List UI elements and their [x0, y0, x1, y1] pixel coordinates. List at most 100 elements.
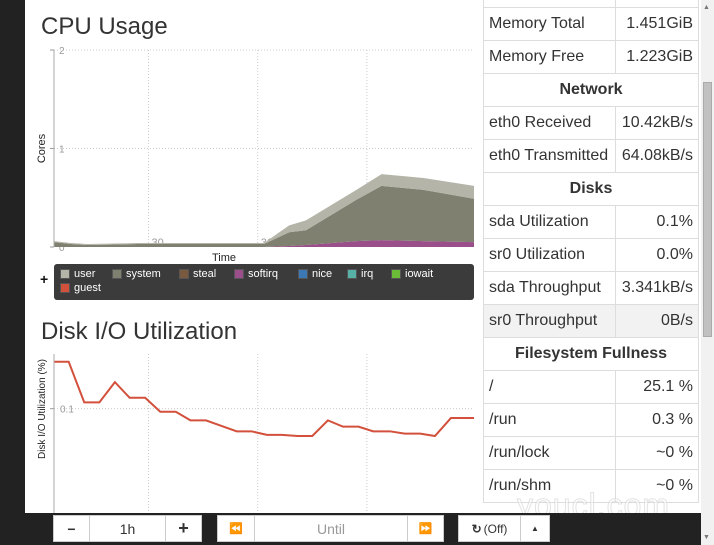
refresh-button[interactable]: ↻ (Off): [458, 515, 521, 542]
y-tick-label: 2: [59, 46, 65, 57]
stat-row: Memory Free 1.223GiB: [483, 40, 700, 74]
scroll-up-icon[interactable]: ▲: [703, 4, 710, 11]
refresh-icon: ↻: [471, 521, 482, 536]
scroll-down-icon[interactable]: ▼: [703, 534, 710, 541]
stat-row: sr0 Utilization 0.0%: [483, 238, 700, 272]
x-tick-label: 30: [152, 237, 164, 249]
stat-row: /25.1 %: [483, 370, 700, 404]
forward-icon: ⏩: [418, 523, 433, 535]
line-sda: [54, 360, 474, 438]
legend-label: system: [126, 268, 161, 280]
legend-label: iowait: [405, 268, 434, 280]
charts-column: CPU Usage 012303132TimeCores + usersyste…: [25, 0, 483, 513]
y-tick-label: 1: [59, 145, 65, 156]
stat-value: [614, 0, 700, 8]
legend-item-guest[interactable]: guest: [60, 282, 101, 294]
legend-item-user[interactable]: user: [60, 268, 95, 280]
section-header: Filesystem Fullness: [483, 337, 699, 371]
refresh-menu-button[interactable]: ▲: [520, 515, 550, 542]
stat-row: eth0 Received 10.42kB/s: [483, 106, 700, 140]
legend-swatch: [60, 269, 70, 279]
legend-item-softirq[interactable]: softirq: [234, 268, 278, 280]
y-axis-label: Cores: [36, 133, 48, 163]
stat-value: 1.223GiB: [614, 40, 700, 74]
legend-label: steal: [193, 268, 217, 280]
legend-item-system[interactable]: system: [112, 268, 161, 280]
legend-item-steal[interactable]: steal: [179, 268, 216, 280]
legend-swatch: [112, 269, 122, 279]
legend-swatch: [60, 283, 70, 293]
stat-label: sda Throughput: [483, 271, 616, 305]
stat-label: /: [483, 370, 616, 404]
legend-item-iowait[interactable]: iowait: [391, 268, 433, 280]
stats-panel: Memory Total 1.451GiB Memory Free 1.223GiB N…: [483, 0, 700, 513]
stat-value: 0B/s: [614, 304, 700, 338]
stat-label: Memory Total: [483, 7, 616, 41]
time-toolbar: − 1h + ⏪ Until ⏩ ↻ (Off) ▲: [0, 513, 701, 545]
stat-label: sr0 Throughput: [483, 304, 616, 338]
stat-row: Memory Total 1.451GiB: [483, 7, 700, 41]
stat-value: 25.1 %: [614, 370, 700, 404]
zoom-in-button[interactable]: +: [165, 515, 202, 542]
stat-label: [483, 0, 616, 8]
section-header-row: Filesystem Fullness: [483, 337, 699, 371]
stat-row: eth0 Transmitted 64.08kB/s: [483, 139, 700, 173]
legend-swatch: [179, 269, 189, 279]
stat-value: 0.1%: [614, 205, 700, 239]
stat-value: 10.42kB/s: [614, 106, 700, 140]
page-scrollbar[interactable]: ▲ ▼: [701, 0, 714, 545]
stat-value: 64.08kB/s: [614, 139, 700, 173]
expand-legend-button[interactable]: +: [40, 271, 48, 287]
stat-label: Memory Free: [483, 40, 616, 74]
legend-label: user: [74, 268, 96, 280]
range-input[interactable]: 1h: [89, 515, 166, 542]
caret-up-icon: ▲: [531, 524, 539, 533]
stat-value: 1.451GiB: [614, 7, 700, 41]
stat-row: sr0 Throughput 0B/s: [483, 304, 700, 338]
stat-row: sda Throughput 3.341kB/s: [483, 271, 700, 305]
stat-value: 0.3 %: [614, 403, 700, 437]
disk-io-title: Disk I/O Utilization: [41, 318, 238, 345]
legend-item-irq[interactable]: irq: [347, 268, 373, 280]
until-input[interactable]: Until: [254, 515, 408, 542]
stat-row: /run/lock ~0 %: [483, 436, 700, 470]
legend-swatch: [298, 269, 308, 279]
section-header-row: Disks: [483, 172, 699, 206]
legend-swatch: [391, 269, 401, 279]
stat-label: eth0 Transmitted: [483, 139, 616, 173]
stat-value: 3.341kB/s: [614, 271, 700, 305]
stat-value: ~0 %: [614, 436, 700, 470]
rewind-icon: ⏪: [229, 523, 243, 535]
stats-table: Memory Total 1.451GiB Memory Free 1.223GiB N…: [483, 0, 700, 503]
legend-item-nice[interactable]: nice: [298, 268, 332, 280]
legend-label: nice: [312, 268, 333, 280]
legend-label: irq: [361, 268, 374, 280]
disk-io-chart: 0.1 Disk I/O Utilization (%): [25, 348, 483, 513]
y-tick-label: 0.1: [60, 405, 74, 416]
x-axis-label: Time: [212, 252, 236, 264]
section-header: Disks: [483, 172, 699, 206]
stat-row: [483, 0, 700, 8]
legend-label: softirq: [248, 268, 278, 280]
cpu-usage-svg: 012303132TimeCores: [36, 46, 474, 264]
rewind-button[interactable]: ⏪: [217, 515, 255, 542]
stat-label: /run: [483, 403, 616, 437]
scrollbar-thumb[interactable]: [703, 82, 712, 337]
cpu-usage-chart: 012303132TimeCores: [25, 40, 483, 265]
stat-value: 0.0%: [614, 238, 700, 272]
stat-label: sda Utilization: [483, 205, 616, 239]
legend-label: guest: [74, 282, 101, 294]
stat-label: sr0 Utilization: [483, 238, 616, 272]
stat-label: /run/lock: [483, 436, 616, 470]
forward-button[interactable]: ⏩: [407, 515, 444, 542]
cpu-usage-title: CPU Usage: [41, 13, 168, 40]
refresh-interval-label: (Off): [483, 521, 508, 536]
stat-row: sda Utilization 0.1%: [483, 205, 700, 239]
stat-row: /run 0.3 %: [483, 403, 700, 437]
legend-swatch: [347, 269, 357, 279]
y-axis-label: Disk I/O Utilization (%): [37, 359, 48, 459]
stat-label: eth0 Received: [483, 106, 616, 140]
section-header-row: Network: [483, 73, 699, 107]
section-header: Network: [483, 73, 699, 107]
zoom-out-button[interactable]: −: [53, 515, 90, 542]
